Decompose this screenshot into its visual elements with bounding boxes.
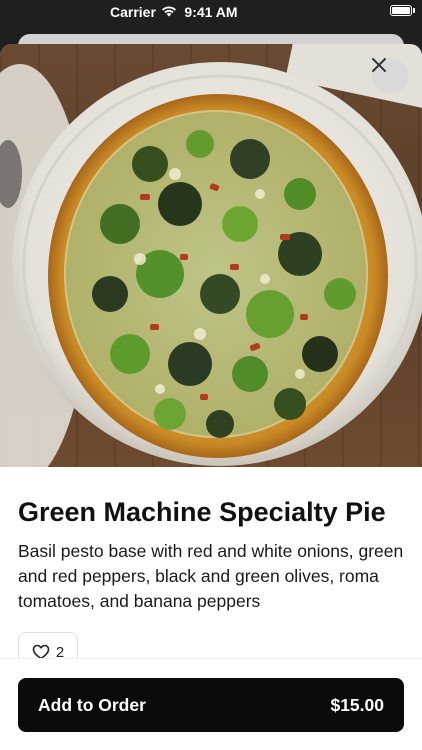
item-details: Green Machine Specialty Pie Basil pesto …: [0, 495, 422, 672]
item-description: Basil pesto base with red and white onio…: [18, 541, 404, 611]
item-detail-sheet: Green Machine Specialty Pie Basil pesto …: [0, 44, 422, 750]
bottom-bar: Add to Order $15.00: [0, 658, 422, 750]
close-icon: [372, 58, 386, 72]
battery-icon: [390, 5, 415, 16]
pizza-image: [0, 44, 422, 467]
status-bar: Carrier 9:41 AM: [0, 0, 422, 28]
status-time: 9:41 AM: [184, 4, 238, 20]
add-to-order-button[interactable]: Add to Order $15.00: [18, 678, 404, 732]
add-to-order-label: Add to Order: [38, 694, 146, 715]
close-button[interactable]: [372, 58, 408, 94]
item-title: Green Machine Specialty Pie: [18, 497, 386, 527]
pizza-photo: [0, 44, 422, 467]
order-price: $15.00: [330, 694, 384, 715]
